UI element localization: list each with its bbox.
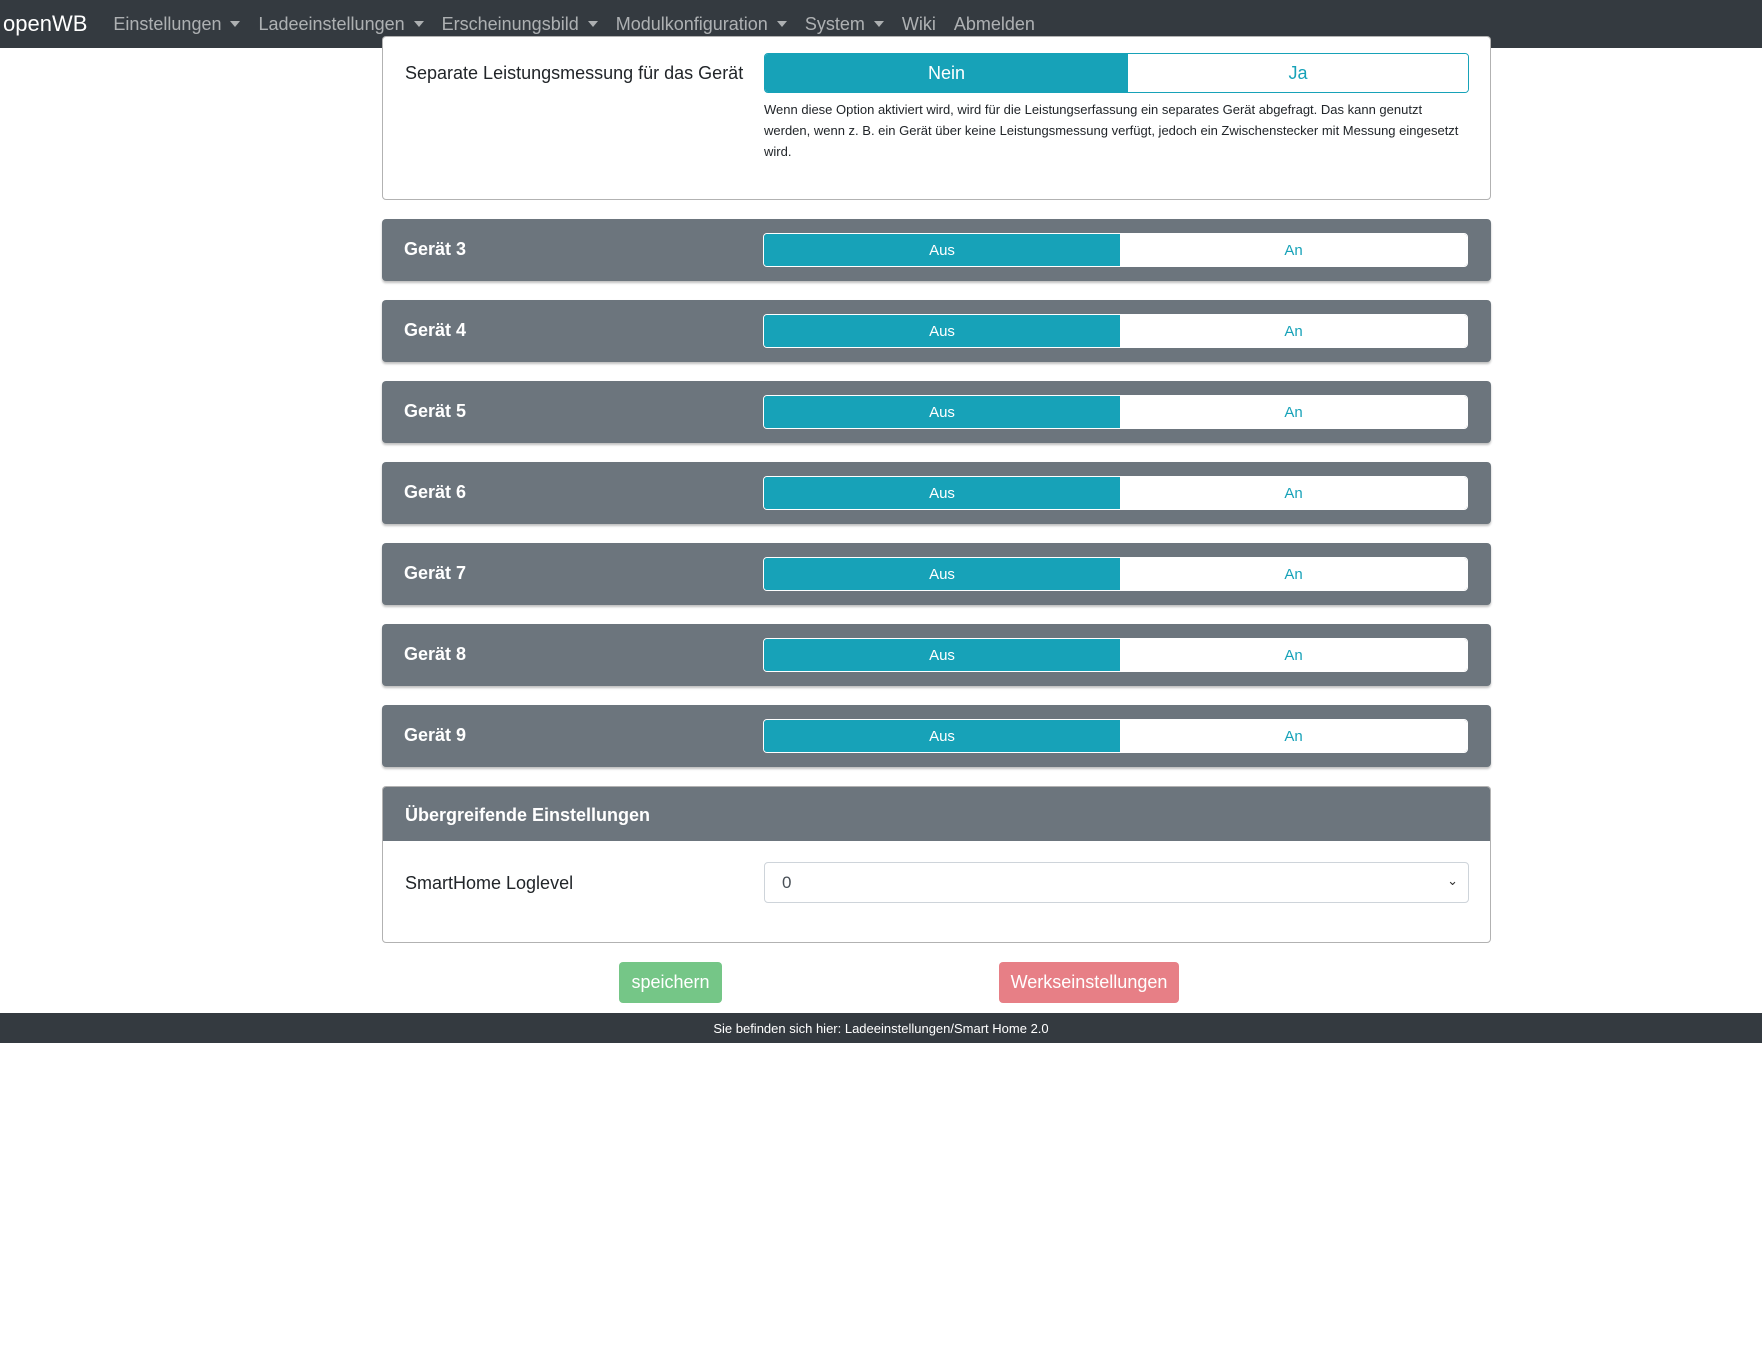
- loglevel-select[interactable]: 0 ⌄: [764, 862, 1469, 903]
- separate-measurement-card: Separate Leistungsmessung für das Gerät …: [382, 36, 1491, 200]
- device-toggle: Aus An: [763, 719, 1468, 753]
- option-aus[interactable]: Aus: [764, 720, 1120, 752]
- global-settings-title: Übergreifende Einstellungen: [383, 787, 1490, 841]
- nav-item-label: Einstellungen: [113, 13, 222, 34]
- device-name: Gerät 6: [404, 482, 467, 502]
- save-button[interactable]: speichern: [619, 962, 722, 1003]
- device-toggle: Aus An: [763, 557, 1468, 591]
- device-row: Gerät 4 Aus An: [382, 300, 1491, 362]
- nav-item-label: Wiki: [901, 13, 936, 34]
- device-toggle: Aus An: [763, 476, 1468, 510]
- nav-item-label: Abmelden: [953, 13, 1035, 34]
- device-row: Gerät 6 Aus An: [382, 462, 1491, 524]
- device-toggle: Aus An: [763, 638, 1468, 672]
- device-toggle: Aus An: [763, 395, 1468, 429]
- nav-item-abmelden[interactable]: Abmelden: [954, 14, 1035, 35]
- device-name: Gerät 9: [404, 725, 467, 745]
- nav-item-label: Modulkonfiguration: [615, 13, 768, 34]
- nav-item-label: Erscheinungsbild: [441, 13, 579, 34]
- caret-down-icon: [873, 21, 884, 27]
- separate-measurement-label: Separate Leistungsmessung für das Gerät: [405, 63, 744, 83]
- option-an[interactable]: An: [1120, 315, 1467, 347]
- device-toggle: Aus An: [763, 314, 1468, 348]
- device-row: Gerät 3 Aus An: [382, 219, 1491, 281]
- nav-item-modulkonfiguration[interactable]: Modulkonfiguration: [616, 14, 787, 35]
- device-row: Gerät 5 Aus An: [382, 381, 1491, 443]
- option-an[interactable]: An: [1120, 558, 1467, 590]
- option-an[interactable]: An: [1120, 234, 1467, 266]
- separate-measurement-toggle: Nein Ja: [764, 53, 1469, 93]
- nav-item-erscheinungsbild[interactable]: Erscheinungsbild: [442, 14, 598, 35]
- option-aus[interactable]: Aus: [764, 477, 1120, 509]
- caret-down-icon: [587, 21, 598, 27]
- chevron-down-icon: ⌄: [1447, 873, 1458, 888]
- caret-down-icon: [230, 21, 241, 27]
- option-nein[interactable]: Nein: [765, 54, 1128, 92]
- option-aus[interactable]: Aus: [764, 558, 1120, 590]
- nav-item-system[interactable]: System: [805, 14, 884, 35]
- global-settings-card: Übergreifende Einstellungen SmartHome Lo…: [382, 786, 1491, 943]
- device-name: Gerät 8: [404, 644, 467, 664]
- separate-measurement-help: Wenn diese Option aktiviert wird, wird f…: [764, 102, 1459, 159]
- option-an[interactable]: An: [1120, 720, 1467, 752]
- device-row: Gerät 8 Aus An: [382, 624, 1491, 686]
- option-aus[interactable]: Aus: [764, 396, 1120, 428]
- device-name: Gerät 5: [404, 401, 467, 421]
- nav-item-einstellungen[interactable]: Einstellungen: [113, 13, 241, 35]
- option-ja[interactable]: Ja: [1128, 54, 1468, 92]
- option-an[interactable]: An: [1120, 396, 1467, 428]
- nav-item-label: Ladeeinstellungen: [258, 13, 405, 34]
- brand-logo[interactable]: openWB: [3, 11, 87, 37]
- device-toggle: Aus An: [763, 233, 1468, 267]
- device-row: Gerät 9 Aus An: [382, 705, 1491, 767]
- option-an[interactable]: An: [1120, 639, 1467, 671]
- option-an[interactable]: An: [1120, 477, 1467, 509]
- footer-breadcrumb: Sie befinden sich hier: Ladeeinstellunge…: [0, 1013, 1762, 1043]
- caret-down-icon: [413, 21, 424, 27]
- option-aus[interactable]: Aus: [764, 315, 1120, 347]
- caret-down-icon: [776, 21, 787, 27]
- device-row: Gerät 7 Aus An: [382, 543, 1491, 605]
- device-name: Gerät 7: [404, 563, 467, 583]
- device-name: Gerät 3: [404, 239, 467, 259]
- option-aus[interactable]: Aus: [764, 234, 1120, 266]
- option-aus[interactable]: Aus: [764, 639, 1120, 671]
- factory-reset-button[interactable]: Werkseinstellungen: [999, 962, 1179, 1003]
- nav-item-ladeeinstellungen[interactable]: Ladeeinstellungen: [258, 13, 424, 35]
- loglevel-label: SmartHome Loglevel: [405, 873, 574, 893]
- loglevel-value: 0: [782, 873, 792, 892]
- device-name: Gerät 4: [404, 320, 467, 340]
- nav-item-wiki[interactable]: Wiki: [902, 14, 936, 35]
- nav-item-label: System: [804, 13, 865, 34]
